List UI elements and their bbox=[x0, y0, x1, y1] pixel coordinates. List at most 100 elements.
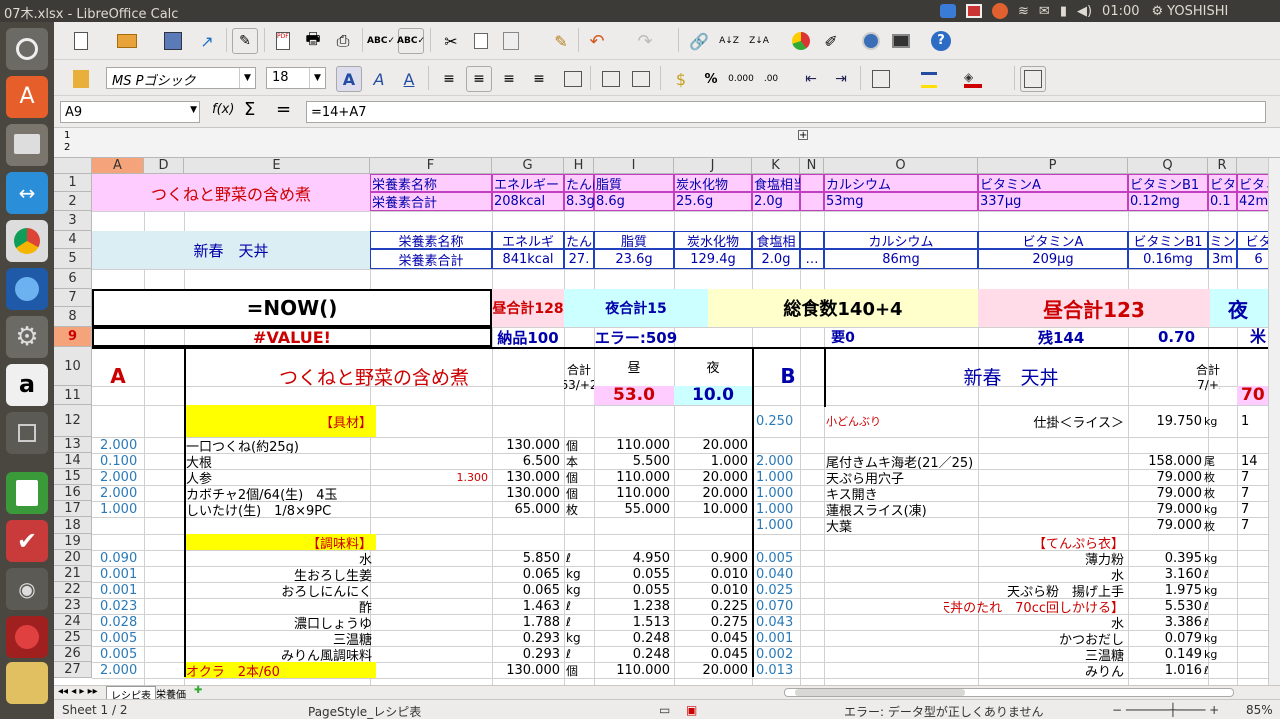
autospell-icon[interactable]: ABC✓ bbox=[397, 28, 425, 54]
paste-icon[interactable] bbox=[498, 28, 524, 54]
row-header-9[interactable]: 9 bbox=[54, 327, 92, 347]
row-header-7[interactable]: 7 bbox=[54, 289, 92, 307]
row-header-23[interactable]: 23 bbox=[54, 598, 92, 614]
bold-icon[interactable]: A bbox=[336, 66, 362, 92]
row-header-6[interactable]: 6 bbox=[54, 269, 92, 289]
justify-icon[interactable]: ≡ bbox=[526, 66, 552, 92]
tray-app-icon[interactable] bbox=[940, 4, 956, 18]
notes-icon[interactable] bbox=[6, 662, 48, 704]
gallery-icon[interactable] bbox=[888, 28, 914, 54]
decimal-icon[interactable]: .00 bbox=[758, 66, 784, 92]
screenshot-icon[interactable]: ◉ bbox=[6, 568, 48, 610]
column-header-r[interactable]: R bbox=[1208, 158, 1237, 174]
thunderbird-icon[interactable] bbox=[6, 268, 48, 310]
function-wizard-icon[interactable]: f(x) bbox=[212, 102, 234, 117]
horizontal-scrollbar[interactable] bbox=[784, 688, 1234, 697]
align-left-icon[interactable]: ≡ bbox=[436, 66, 462, 92]
help-icon[interactable]: ? bbox=[928, 28, 954, 54]
background-color-icon[interactable]: ◈ bbox=[960, 66, 986, 92]
column-header-h[interactable]: H bbox=[564, 158, 594, 174]
teamviewer-icon[interactable]: ↔ bbox=[6, 172, 48, 214]
italic-icon[interactable]: A bbox=[366, 66, 392, 92]
dash-icon[interactable] bbox=[6, 28, 48, 70]
outline-level-2[interactable]: 2 bbox=[64, 142, 70, 153]
navigator-icon[interactable] bbox=[858, 28, 884, 54]
record-app-icon[interactable] bbox=[6, 616, 48, 658]
chevron-down-icon[interactable]: ▼ bbox=[239, 68, 255, 88]
export-pdf-icon[interactable]: PDF bbox=[270, 28, 296, 54]
page-style[interactable]: PageStyle_レシピ表 bbox=[308, 703, 421, 720]
column-header-f[interactable]: F bbox=[370, 158, 492, 174]
user-name[interactable]: YOSHISHI bbox=[1167, 4, 1228, 19]
toggle-grid-icon[interactable] bbox=[1020, 66, 1046, 92]
row-header-16[interactable]: 16 bbox=[54, 485, 92, 501]
column-header-p[interactable]: P bbox=[978, 158, 1128, 174]
row-header-20[interactable]: 20 bbox=[54, 550, 92, 566]
calc-icon[interactable] bbox=[6, 472, 48, 514]
column-header-e[interactable]: E bbox=[184, 158, 370, 174]
row-header-26[interactable]: 26 bbox=[54, 646, 92, 662]
gear-icon[interactable]: ⚙ bbox=[1152, 4, 1164, 19]
row-header-15[interactable]: 15 bbox=[54, 469, 92, 485]
cut-icon[interactable]: ✂ bbox=[438, 28, 464, 54]
row-header-17[interactable]: 17 bbox=[54, 501, 92, 517]
software-center-icon[interactable]: A bbox=[6, 76, 48, 118]
outline-level-1[interactable]: 1 bbox=[64, 130, 70, 141]
clone-format-icon[interactable]: ✎ bbox=[548, 28, 574, 54]
corner-select-all[interactable] bbox=[54, 158, 92, 174]
row-header-12[interactable]: 12 bbox=[54, 405, 92, 437]
row-header-27[interactable]: 27 bbox=[54, 662, 92, 678]
underline-icon[interactable]: A bbox=[396, 66, 422, 92]
draw-functions-icon[interactable]: ✐ bbox=[818, 28, 844, 54]
row-header-21[interactable]: 21 bbox=[54, 566, 92, 582]
chevron-down-icon[interactable]: ▼ bbox=[190, 105, 197, 115]
row-header-5[interactable]: 5 bbox=[54, 249, 92, 269]
font-size-combo[interactable]: 18 ▼ bbox=[266, 67, 326, 89]
column-header-a[interactable]: A bbox=[92, 158, 144, 174]
spellcheck-icon[interactable]: ABC✓ bbox=[367, 28, 395, 54]
column-header-i[interactable]: I bbox=[594, 158, 674, 174]
vertical-scrollbar[interactable] bbox=[1268, 158, 1280, 685]
column-header-o[interactable]: O bbox=[824, 158, 978, 174]
decrease-indent-icon[interactable]: ⇤ bbox=[798, 66, 824, 92]
input-method-icon[interactable] bbox=[992, 3, 1008, 19]
borders-icon[interactable] bbox=[868, 66, 894, 92]
outline-bar[interactable] bbox=[54, 128, 1280, 158]
battery-icon[interactable]: ▮ bbox=[1060, 4, 1067, 19]
currency-icon[interactable]: $ bbox=[668, 66, 694, 92]
row-header-8[interactable]: 8 bbox=[54, 307, 92, 327]
mail-icon[interactable]: ✉ bbox=[1039, 4, 1050, 19]
column-header-d[interactable]: D bbox=[144, 158, 184, 174]
new-document-icon[interactable] bbox=[68, 28, 94, 54]
column-header-j[interactable]: J bbox=[674, 158, 752, 174]
clock[interactable]: 01:00 bbox=[1102, 4, 1139, 19]
tray-record-icon[interactable] bbox=[966, 4, 982, 18]
increase-indent-icon[interactable]: ⇥ bbox=[828, 66, 854, 92]
sort-ascending-icon[interactable]: A↓Z bbox=[716, 28, 742, 54]
settings-icon[interactable]: ⚙ bbox=[6, 316, 48, 358]
print-icon[interactable]: 🖶 bbox=[300, 28, 326, 54]
undo-icon[interactable]: ↶ bbox=[584, 28, 610, 54]
zoom-level[interactable]: 85% bbox=[1246, 703, 1273, 717]
font-name-combo[interactable]: MS Pゴシック ▼ bbox=[106, 67, 256, 89]
save-icon[interactable] bbox=[160, 28, 186, 54]
chevron-down-icon[interactable]: ▼ bbox=[309, 68, 325, 88]
row-header-13[interactable]: 13 bbox=[54, 437, 92, 453]
row-header-14[interactable]: 14 bbox=[54, 453, 92, 469]
formula-input[interactable]: =14+A7 bbox=[306, 101, 1266, 123]
selection-mode-icon[interactable]: ▭ bbox=[659, 703, 670, 717]
merge-cells-icon[interactable] bbox=[560, 66, 586, 92]
sort-descending-icon[interactable]: Z↓A bbox=[746, 28, 772, 54]
row-header-22[interactable]: 22 bbox=[54, 582, 92, 598]
hyperlink-icon[interactable]: 🔗 bbox=[686, 28, 712, 54]
tab-nav-arrows[interactable]: ◂◂ ◂ ▸ ▸▸ bbox=[58, 686, 98, 697]
equals-icon[interactable]: = bbox=[276, 99, 291, 120]
wrap-text-icon[interactable] bbox=[598, 66, 624, 92]
wifi-icon[interactable]: ≋ bbox=[1018, 4, 1029, 19]
redo-icon[interactable]: ↷ bbox=[632, 28, 658, 54]
export-icon[interactable]: ↗ bbox=[194, 28, 220, 54]
sum-icon[interactable]: Σ bbox=[244, 99, 255, 120]
column-header-g[interactable]: G bbox=[492, 158, 564, 174]
column-header-q[interactable]: Q bbox=[1128, 158, 1208, 174]
print-preview-icon[interactable]: ⎙ bbox=[330, 28, 356, 54]
